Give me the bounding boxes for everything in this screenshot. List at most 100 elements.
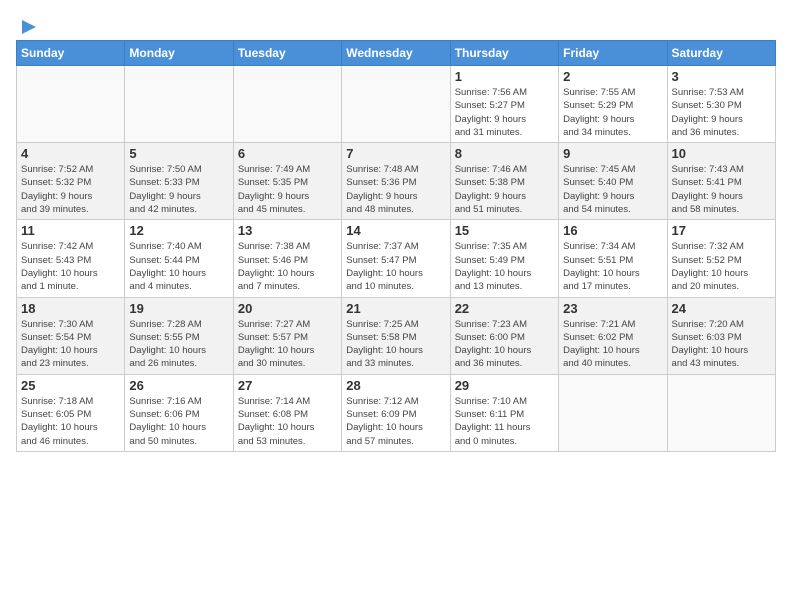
calendar-cell: 29 Sunrise: 7:10 AM Sunset: 6:11 PM Dayli… <box>450 374 558 451</box>
day-number: 13 <box>238 223 337 238</box>
day-info: Sunrise: 7:18 AM Sunset: 6:05 PM Dayligh… <box>21 395 120 448</box>
day-info: Sunrise: 7:10 AM Sunset: 6:11 PM Dayligh… <box>455 395 554 448</box>
day-info: Sunrise: 7:43 AM Sunset: 5:41 PM Dayligh… <box>672 163 771 216</box>
day-info: Sunrise: 7:40 AM Sunset: 5:44 PM Dayligh… <box>129 240 228 293</box>
calendar-cell: 28 Sunrise: 7:12 AM Sunset: 6:09 PM Dayli… <box>342 374 450 451</box>
calendar-cell: 15 Sunrise: 7:35 AM Sunset: 5:49 PM Dayli… <box>450 220 558 297</box>
calendar-cell: 27 Sunrise: 7:14 AM Sunset: 6:08 PM Dayli… <box>233 374 341 451</box>
logo <box>16 16 40 32</box>
day-info: Sunrise: 7:52 AM Sunset: 5:32 PM Dayligh… <box>21 163 120 216</box>
day-header-thursday: Thursday <box>450 41 558 66</box>
day-info: Sunrise: 7:16 AM Sunset: 6:06 PM Dayligh… <box>129 395 228 448</box>
calendar-cell: 13 Sunrise: 7:38 AM Sunset: 5:46 PM Dayli… <box>233 220 341 297</box>
day-number: 12 <box>129 223 228 238</box>
page-header <box>16 16 776 32</box>
calendar-week-row: 1 Sunrise: 7:56 AM Sunset: 5:27 PM Daylig… <box>17 66 776 143</box>
day-info: Sunrise: 7:53 AM Sunset: 5:30 PM Dayligh… <box>672 86 771 139</box>
day-number: 14 <box>346 223 445 238</box>
calendar-cell: 4 Sunrise: 7:52 AM Sunset: 5:32 PM Daylig… <box>17 143 125 220</box>
calendar-header-row: SundayMondayTuesdayWednesdayThursdayFrid… <box>17 41 776 66</box>
day-number: 10 <box>672 146 771 161</box>
calendar-cell: 7 Sunrise: 7:48 AM Sunset: 5:36 PM Daylig… <box>342 143 450 220</box>
day-number: 15 <box>455 223 554 238</box>
calendar-cell: 8 Sunrise: 7:46 AM Sunset: 5:38 PM Daylig… <box>450 143 558 220</box>
calendar-week-row: 4 Sunrise: 7:52 AM Sunset: 5:32 PM Daylig… <box>17 143 776 220</box>
day-number: 21 <box>346 301 445 316</box>
day-number: 6 <box>238 146 337 161</box>
day-header-tuesday: Tuesday <box>233 41 341 66</box>
calendar-cell: 9Sunrise: 7:45 AM Sunset: 5:40 PM Daylig… <box>559 143 667 220</box>
calendar-cell: 24 Sunrise: 7:20 AM Sunset: 6:03 PM Dayli… <box>667 297 775 374</box>
logo-arrow-icon <box>18 16 40 38</box>
calendar-cell: 23 Sunrise: 7:21 AM Sunset: 6:02 PM Dayli… <box>559 297 667 374</box>
calendar-cell: 19 Sunrise: 7:28 AM Sunset: 5:55 PM Dayli… <box>125 297 233 374</box>
day-number: 17 <box>672 223 771 238</box>
day-info: Sunrise: 7:20 AM Sunset: 6:03 PM Dayligh… <box>672 318 771 371</box>
day-info: Sunrise: 7:42 AM Sunset: 5:43 PM Dayligh… <box>21 240 120 293</box>
day-info: Sunrise: 7:55 AM Sunset: 5:29 PM Dayligh… <box>563 86 662 139</box>
calendar-cell: 17Sunrise: 7:32 AM Sunset: 5:52 PM Dayli… <box>667 220 775 297</box>
day-number: 22 <box>455 301 554 316</box>
calendar-cell: 6Sunrise: 7:49 AM Sunset: 5:35 PM Daylig… <box>233 143 341 220</box>
day-number: 3 <box>672 69 771 84</box>
calendar-table: SundayMondayTuesdayWednesdayThursdayFrid… <box>16 40 776 452</box>
day-number: 26 <box>129 378 228 393</box>
calendar-week-row: 18Sunrise: 7:30 AM Sunset: 5:54 PM Dayli… <box>17 297 776 374</box>
calendar-cell: 3 Sunrise: 7:53 AM Sunset: 5:30 PM Daylig… <box>667 66 775 143</box>
day-number: 18 <box>21 301 120 316</box>
calendar-cell: 18Sunrise: 7:30 AM Sunset: 5:54 PM Dayli… <box>17 297 125 374</box>
day-info: Sunrise: 7:48 AM Sunset: 5:36 PM Dayligh… <box>346 163 445 216</box>
day-info: Sunrise: 7:25 AM Sunset: 5:58 PM Dayligh… <box>346 318 445 371</box>
day-number: 11 <box>21 223 120 238</box>
day-info: Sunrise: 7:12 AM Sunset: 6:09 PM Dayligh… <box>346 395 445 448</box>
day-number: 5 <box>129 146 228 161</box>
calendar-cell <box>559 374 667 451</box>
calendar-cell: 25 Sunrise: 7:18 AM Sunset: 6:05 PM Dayli… <box>17 374 125 451</box>
day-header-sunday: Sunday <box>17 41 125 66</box>
day-info: Sunrise: 7:14 AM Sunset: 6:08 PM Dayligh… <box>238 395 337 448</box>
calendar-cell: 2Sunrise: 7:55 AM Sunset: 5:29 PM Daylig… <box>559 66 667 143</box>
day-number: 23 <box>563 301 662 316</box>
day-info: Sunrise: 7:50 AM Sunset: 5:33 PM Dayligh… <box>129 163 228 216</box>
day-number: 19 <box>129 301 228 316</box>
day-number: 16 <box>563 223 662 238</box>
day-info: Sunrise: 7:34 AM Sunset: 5:51 PM Dayligh… <box>563 240 662 293</box>
calendar-cell <box>342 66 450 143</box>
day-number: 4 <box>21 146 120 161</box>
day-info: Sunrise: 7:23 AM Sunset: 6:00 PM Dayligh… <box>455 318 554 371</box>
day-info: Sunrise: 7:56 AM Sunset: 5:27 PM Dayligh… <box>455 86 554 139</box>
day-number: 7 <box>346 146 445 161</box>
calendar-cell: 22 Sunrise: 7:23 AM Sunset: 6:00 PM Dayli… <box>450 297 558 374</box>
day-info: Sunrise: 7:35 AM Sunset: 5:49 PM Dayligh… <box>455 240 554 293</box>
day-number: 1 <box>455 69 554 84</box>
day-number: 8 <box>455 146 554 161</box>
calendar-week-row: 11 Sunrise: 7:42 AM Sunset: 5:43 PM Dayli… <box>17 220 776 297</box>
calendar-cell <box>667 374 775 451</box>
day-number: 29 <box>455 378 554 393</box>
day-info: Sunrise: 7:37 AM Sunset: 5:47 PM Dayligh… <box>346 240 445 293</box>
day-number: 20 <box>238 301 337 316</box>
calendar-cell: 26 Sunrise: 7:16 AM Sunset: 6:06 PM Dayli… <box>125 374 233 451</box>
day-number: 24 <box>672 301 771 316</box>
day-info: Sunrise: 7:46 AM Sunset: 5:38 PM Dayligh… <box>455 163 554 216</box>
day-number: 9 <box>563 146 662 161</box>
day-header-friday: Friday <box>559 41 667 66</box>
day-number: 28 <box>346 378 445 393</box>
day-number: 27 <box>238 378 337 393</box>
day-info: Sunrise: 7:38 AM Sunset: 5:46 PM Dayligh… <box>238 240 337 293</box>
calendar-cell: 11 Sunrise: 7:42 AM Sunset: 5:43 PM Dayli… <box>17 220 125 297</box>
calendar-cell: 21 Sunrise: 7:25 AM Sunset: 5:58 PM Dayli… <box>342 297 450 374</box>
day-header-saturday: Saturday <box>667 41 775 66</box>
calendar-cell <box>233 66 341 143</box>
calendar-cell: 10 Sunrise: 7:43 AM Sunset: 5:41 PM Dayli… <box>667 143 775 220</box>
calendar-cell: 16 Sunrise: 7:34 AM Sunset: 5:51 PM Dayli… <box>559 220 667 297</box>
calendar-cell: 20Sunrise: 7:27 AM Sunset: 5:57 PM Dayli… <box>233 297 341 374</box>
calendar-cell: 5 Sunrise: 7:50 AM Sunset: 5:33 PM Daylig… <box>125 143 233 220</box>
day-header-monday: Monday <box>125 41 233 66</box>
calendar-cell: 14 Sunrise: 7:37 AM Sunset: 5:47 PM Dayli… <box>342 220 450 297</box>
day-info: Sunrise: 7:21 AM Sunset: 6:02 PM Dayligh… <box>563 318 662 371</box>
calendar-cell <box>125 66 233 143</box>
day-number: 25 <box>21 378 120 393</box>
day-info: Sunrise: 7:28 AM Sunset: 5:55 PM Dayligh… <box>129 318 228 371</box>
calendar-cell: 1 Sunrise: 7:56 AM Sunset: 5:27 PM Daylig… <box>450 66 558 143</box>
